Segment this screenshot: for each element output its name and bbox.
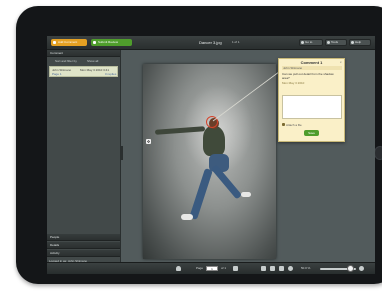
- fit-width-icon[interactable]: [270, 266, 275, 271]
- zoom-slider-handle[interactable]: [347, 265, 354, 272]
- document-image[interactable]: [143, 64, 276, 259]
- tools-button[interactable]: Tools: [325, 39, 347, 46]
- comment-filter-row: Sort and filter by Show all: [47, 58, 120, 64]
- add-comment-button[interactable]: Add Comment: [51, 39, 87, 46]
- popup-author: John Shimano: [282, 66, 342, 70]
- hand-icon[interactable]: [176, 266, 181, 271]
- help-label: Help: [355, 40, 362, 44]
- close-icon[interactable]: x: [340, 60, 342, 64]
- rotate-icon[interactable]: [288, 266, 293, 271]
- page-count: of 1: [221, 266, 227, 270]
- goto-button[interactable]: Go to: [299, 39, 323, 46]
- goto-icon: [301, 41, 304, 44]
- submit-review-button[interactable]: Submit Review: [91, 39, 132, 46]
- bottom-toolbar: Page 1 of 1 50.0 %: [47, 262, 375, 274]
- dancer-left-leg: [189, 168, 213, 220]
- page-number-input[interactable]: 1: [206, 266, 218, 271]
- page-label: Page: [196, 266, 204, 270]
- help-icon: [351, 41, 354, 44]
- reply-textarea[interactable]: [282, 95, 342, 119]
- sidebar: Comment Sort and filter by Show all John…: [47, 50, 121, 270]
- dancer-left-shoe: [181, 214, 193, 220]
- comment-popup: Comment 1 x John Shimano Can we pull out…: [278, 58, 345, 142]
- dancer-right-shoe: [241, 192, 251, 197]
- submit-review-label: Submit Review: [98, 40, 119, 44]
- sidebar-resize-handle[interactable]: [120, 146, 123, 160]
- gear-icon: [327, 41, 330, 44]
- zoom-level: 50.0 %: [301, 266, 311, 270]
- comments-section-header[interactable]: Comment: [47, 50, 120, 57]
- activity-header-label: Activity: [50, 251, 60, 255]
- document-title: Dancer 3.jpg: [199, 40, 222, 45]
- check-icon: [93, 41, 96, 44]
- save-button[interactable]: Save: [304, 130, 319, 136]
- add-comment-label: Add Comment: [58, 40, 78, 44]
- app-screen: Add Comment Submit Review Dancer 3.jpg 1…: [47, 36, 375, 274]
- dancer-torso: [203, 126, 225, 156]
- attach-file-link[interactable]: Attach a file: [286, 123, 302, 127]
- move-icon[interactable]: ✥: [146, 139, 151, 144]
- help-button[interactable]: Help: [349, 39, 371, 46]
- popup-date: Mon May 3 2010: [282, 81, 305, 85]
- comment-list-item[interactable]: John Shimano Mon May 3 2010 3:41 Page 1 …: [49, 66, 118, 77]
- popup-title: Comment 1: [300, 60, 323, 65]
- details-section-header[interactable]: Details: [47, 242, 120, 249]
- goto-label: Go to: [305, 40, 313, 44]
- comment-page: Page 1: [52, 72, 62, 76]
- people-header-label: People: [50, 235, 60, 239]
- sort-filter-link[interactable]: Sort and filter by: [55, 58, 77, 64]
- tools-label: Tools: [331, 40, 339, 44]
- popup-comment-text: Can we pull out detail from the shadow a…: [282, 72, 334, 80]
- zoom-in-icon[interactable]: [359, 266, 364, 271]
- details-header-label: Details: [50, 243, 60, 247]
- home-button[interactable]: [374, 146, 382, 160]
- next-page-icon[interactable]: [233, 266, 238, 271]
- comment-plus-icon: [53, 41, 56, 44]
- annotation-marker[interactable]: [206, 116, 218, 128]
- people-section-header[interactable]: People: [47, 234, 120, 241]
- activity-section-header[interactable]: Activity: [47, 250, 120, 257]
- comments-header-label: Comment: [50, 51, 64, 55]
- comment-replies: 0 replies: [105, 72, 117, 76]
- fit-page-icon[interactable]: [261, 266, 266, 271]
- page-indicator: 1 of 1: [232, 40, 240, 44]
- top-toolbar: Add Comment Submit Review Dancer 3.jpg 1…: [47, 36, 375, 50]
- actual-size-icon[interactable]: [279, 266, 284, 271]
- paperclip-icon: [282, 123, 285, 126]
- show-all-link[interactable]: Show all: [87, 58, 98, 64]
